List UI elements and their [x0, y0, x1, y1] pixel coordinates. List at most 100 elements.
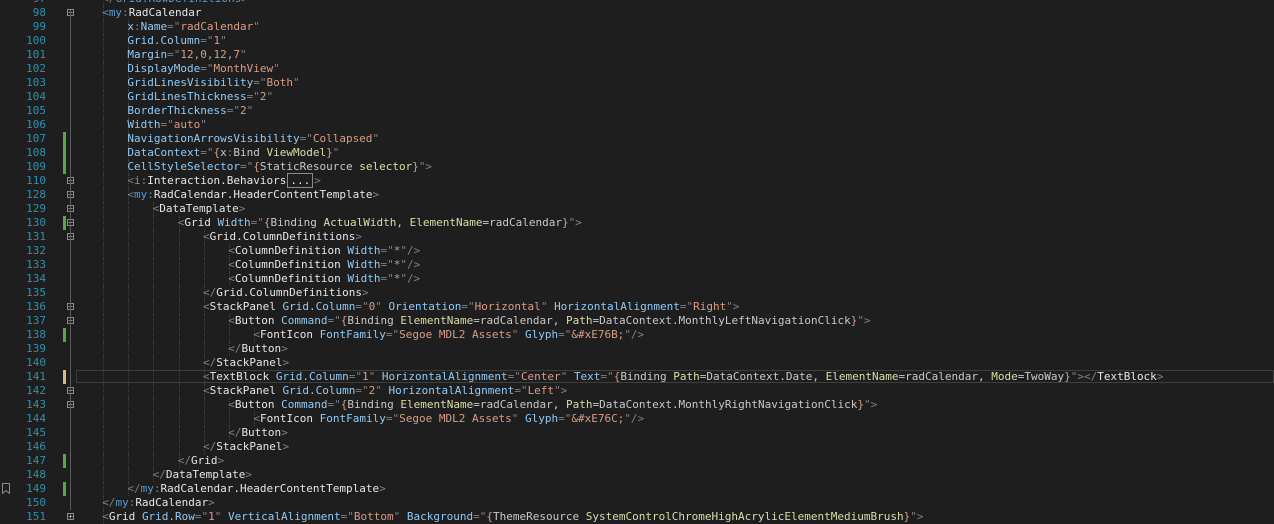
token-punc: ">: [418, 160, 433, 173]
code-line[interactable]: 106 Width="auto": [0, 118, 1274, 132]
code-line[interactable]: 102 DisplayMode="MonthView": [0, 62, 1274, 76]
code-text[interactable]: <Button Command="{Binding ElementName=ra…: [228, 314, 870, 328]
token-tag: my: [115, 496, 129, 509]
code-line[interactable]: 98−<my:RadCalendar: [0, 6, 1274, 20]
code-text[interactable]: BorderThickness="2": [127, 104, 253, 118]
code-line[interactable]: 151 + <Grid Grid.Row="1" VerticalAlignment…: [0, 510, 1274, 524]
code-line[interactable]: 108 DataContext="{x:Bind ViewModel}": [0, 146, 1274, 160]
code-line[interactable]: 100 Grid.Column="1": [0, 34, 1274, 48]
code-text[interactable]: <my:RadCalendar.HeaderContentTemplate>: [127, 188, 379, 202]
code-line[interactable]: 101 Margin="12,0,12,7": [0, 48, 1274, 62]
token-str: Left: [527, 384, 555, 397]
token-key: =radCalendar: [482, 216, 562, 229]
line-number: 108: [26, 146, 46, 159]
token-punc: </: [102, 0, 115, 5]
indent-guide: [153, 300, 155, 314]
code-text[interactable]: GridLinesThickness="2": [127, 90, 273, 104]
line-number: 100: [26, 34, 46, 47]
code-line[interactable]: 150 </my:RadCalendar>: [0, 496, 1274, 510]
code-line[interactable]: 140 </StackPanel>: [0, 356, 1274, 370]
code-text[interactable]: <i:Interaction.Behaviors... >: [127, 173, 321, 188]
code-line[interactable]: 142−<StackPanel Grid.Column="2" Horizont…: [0, 384, 1274, 398]
token-key: x: [220, 146, 227, 159]
code-editor[interactable]: 97</Grid.RowDefinitions>98−<my:RadCalend…: [0, 0, 1274, 524]
code-line[interactable]: 143−<Button Command="{Binding ElementNam…: [0, 398, 1274, 412]
indent-guide: [103, 286, 104, 300]
code-line[interactable]: 110+<i:Interaction.Behaviors...>: [0, 173, 1274, 188]
code-text[interactable]: CellStyleSelector="{StaticResource selec…: [127, 160, 432, 174]
code-text[interactable]: DisplayMode="MonthView": [127, 62, 279, 76]
code-line[interactable]: 135 </Grid.ColumnDefinitions>: [0, 286, 1274, 300]
line-number: 135: [26, 286, 46, 299]
code-line[interactable]: 147 </Grid>: [0, 454, 1274, 468]
code-text[interactable]: <ColumnDefinition Width="*"/>: [228, 272, 420, 286]
token-punc: =": [380, 244, 394, 257]
indent-guide: [128, 468, 130, 482]
code-text[interactable]: <FontIcon FontFamily="Segoe MDL2 Assets"…: [253, 328, 644, 342]
code-text[interactable]: <Grid.ColumnDefinitions>: [203, 230, 362, 244]
code-text[interactable]: <Grid Grid.Row="1" VerticalAlignment="Bo…: [102, 510, 923, 524]
code-text[interactable]: <ColumnDefinition Width="*"/>: [228, 258, 420, 272]
code-line[interactable]: 130−<Grid Width="{Binding ActualWidth, E…: [0, 216, 1274, 230]
code-line[interactable]: 109 CellStyleSelector="{StaticResource se…: [0, 160, 1274, 174]
code-line[interactable]: 139 </Button>: [0, 342, 1274, 356]
token-punc: >: [245, 468, 252, 481]
code-line[interactable]: 148 </DataTemplate>: [0, 468, 1274, 482]
token-attr: GridLinesThickness: [127, 90, 247, 103]
code-text[interactable]: <TextBlock Grid.Column="1" HorizontalAli…: [203, 370, 1163, 384]
code-line[interactable]: 134 <ColumnDefinition Width="*"/>: [0, 272, 1274, 286]
code-text[interactable]: <FontIcon FontFamily="Segoe MDL2 Assets"…: [253, 412, 644, 426]
code-text[interactable]: <DataTemplate>: [153, 202, 246, 216]
code-text[interactable]: Margin="12,0,12,7": [127, 48, 246, 62]
code-line[interactable]: 146 </StackPanel>: [0, 440, 1274, 454]
code-text[interactable]: x:Name="radCalendar": [127, 20, 259, 34]
code-line[interactable]: 136−<StackPanel Grid.Column="0" Orientat…: [0, 300, 1274, 314]
code-text[interactable]: GridLinesVisibility="Both": [127, 76, 299, 90]
code-line[interactable]: 128−<my:RadCalendar.HeaderContentTemplat…: [0, 188, 1274, 202]
code-line[interactable]: 137−<Button Command="{Binding ElementNam…: [0, 314, 1274, 328]
code-line[interactable]: 103 GridLinesVisibility="Both": [0, 76, 1274, 90]
code-text[interactable]: <StackPanel Grid.Column="0" Orientation=…: [203, 300, 740, 314]
code-text[interactable]: </Button>: [228, 342, 288, 356]
line-number: 130: [26, 216, 46, 229]
code-line[interactable]: 144 <FontIcon FontFamily="Segoe MDL2 Asse…: [0, 412, 1274, 426]
token-ext: ViewModel: [266, 146, 327, 159]
token-punc: =": [507, 370, 521, 383]
token-punc: =": [226, 104, 240, 117]
code-text[interactable]: </Grid.ColumnDefinitions>: [203, 286, 369, 300]
code-line[interactable]: 104 GridLinesThickness="2": [0, 90, 1274, 104]
code-line[interactable]: 149 </my:RadCalendar.HeaderContentTemplat…: [0, 482, 1274, 496]
code-line[interactable]: 107 NavigationArrowsVisibility="Collapsed…: [0, 132, 1274, 146]
code-text[interactable]: <Grid Width="{Binding ActualWidth, Eleme…: [178, 216, 582, 230]
code-text[interactable]: Grid.Column="1": [127, 34, 226, 48]
code-text[interactable]: <ColumnDefinition Width="*"/>: [228, 244, 420, 258]
code-text[interactable]: </my:RadCalendar.HeaderContentTemplate>: [127, 482, 385, 496]
code-line[interactable]: 141 <TextBlock Grid.Column="1" Horizontal…: [0, 370, 1274, 384]
token-name: Grid: [191, 454, 218, 467]
code-text[interactable]: </StackPanel>: [203, 440, 289, 454]
token-attr: Margin: [127, 48, 168, 61]
code-line[interactable]: 132 <ColumnDefinition Width="*"/>: [0, 244, 1274, 258]
code-line[interactable]: 99 x:Name="radCalendar": [0, 20, 1274, 34]
code-text[interactable]: <Button Command="{Binding ElementName=ra…: [228, 398, 877, 412]
token-str: auto: [173, 118, 201, 131]
token-name: ColumnDefinition: [234, 272, 348, 285]
code-line[interactable]: 145 </Button>: [0, 426, 1274, 440]
code-text[interactable]: <my:RadCalendar: [102, 6, 201, 20]
code-line[interactable]: 138 <FontIcon FontFamily="Segoe MDL2 Asse…: [0, 328, 1274, 342]
code-text[interactable]: </StackPanel>: [203, 356, 289, 370]
code-text[interactable]: DataContext="{x:Bind ViewModel}": [127, 146, 339, 160]
code-text[interactable]: </my:RadCalendar>: [102, 496, 215, 510]
code-line[interactable]: 129−<DataTemplate>: [0, 202, 1274, 216]
indent-guide: [153, 328, 155, 342]
token-punc: "></: [1070, 370, 1098, 383]
code-text[interactable]: </Button>: [228, 426, 288, 440]
code-line[interactable]: 133 <ColumnDefinition Width="*"/>: [0, 258, 1274, 272]
code-text[interactable]: NavigationArrowsVisibility="Collapsed": [127, 132, 379, 146]
code-line[interactable]: 131−<Grid.ColumnDefinitions>: [0, 230, 1274, 244]
code-text[interactable]: </Grid>: [178, 454, 224, 468]
code-text[interactable]: Width="auto": [127, 118, 207, 132]
code-text[interactable]: <StackPanel Grid.Column="2" HorizontalAl…: [203, 384, 567, 398]
code-text[interactable]: </DataTemplate>: [153, 468, 252, 482]
code-line[interactable]: 105 BorderThickness="2": [0, 104, 1274, 118]
